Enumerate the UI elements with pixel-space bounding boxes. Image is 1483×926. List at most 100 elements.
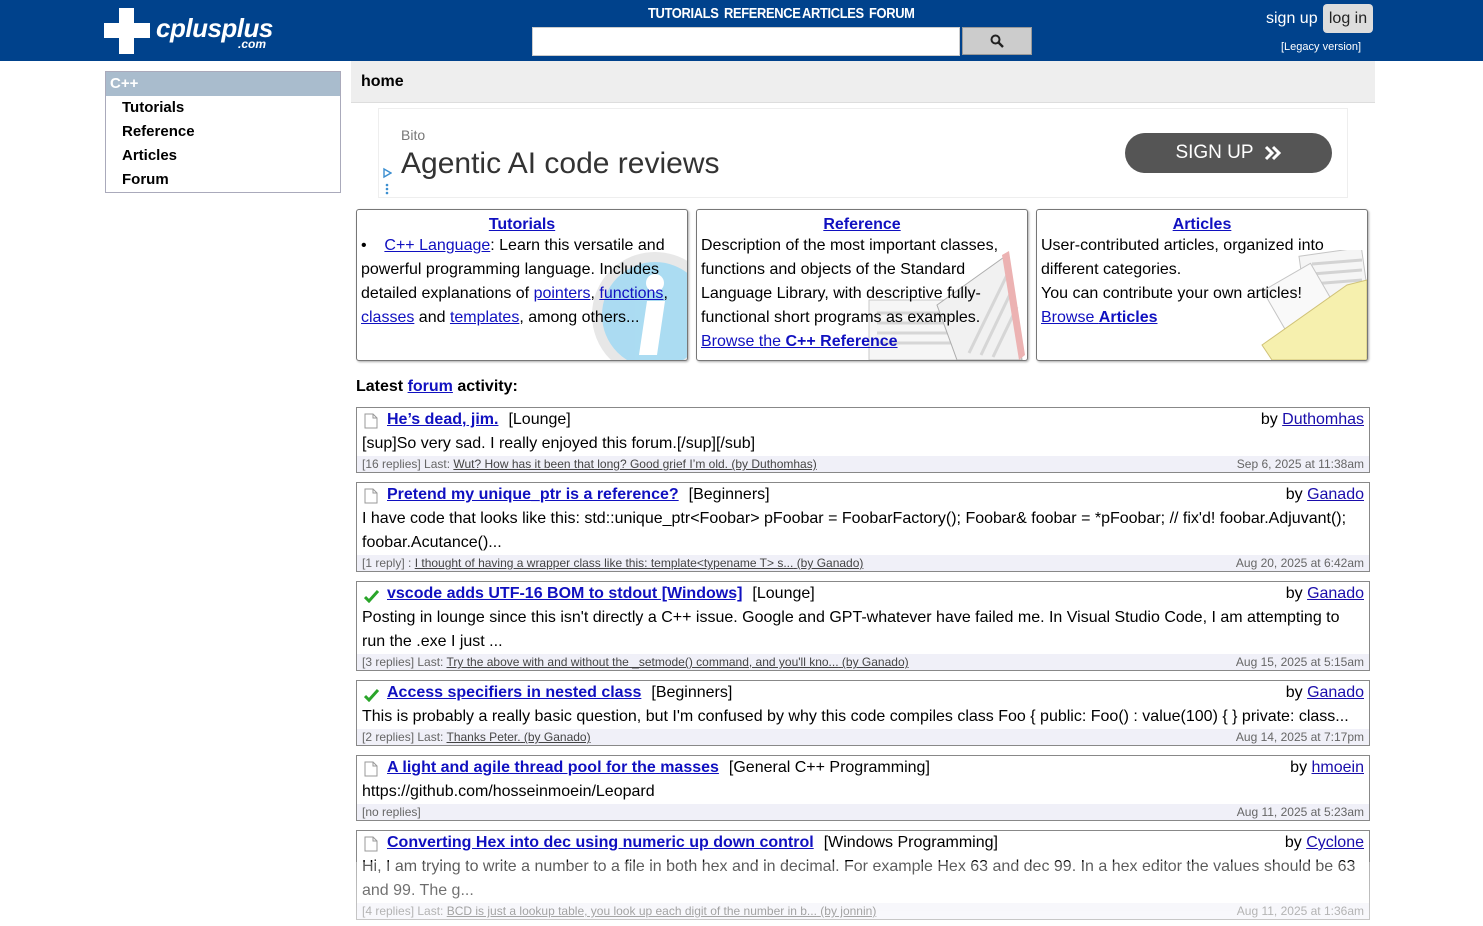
post-title-link[interactable]: Converting Hex into dec using numeric up… (387, 834, 814, 851)
post-category: [Windows Programming] (823, 834, 998, 851)
site-logo[interactable]: cplusplus .com (104, 8, 284, 54)
post-title-link[interactable]: He’s dead, jim. (387, 411, 498, 428)
page-title: home (361, 73, 404, 90)
post-meta: [no replies] Aug 11, 2025 at 5:23am (357, 804, 1369, 820)
post-excerpt: Hi, I am trying to write a number to a f… (362, 858, 1356, 899)
post-date: Sep 6, 2025 at 11:38am (1236, 457, 1364, 471)
document-icon (364, 836, 378, 852)
post-author-link[interactable]: Ganado (1307, 684, 1364, 701)
post-author-link[interactable]: Cyclone (1306, 834, 1364, 851)
forum-post: Access specifiers in nested class [Beginn… (356, 680, 1370, 746)
classes-link[interactable]: classes (361, 309, 414, 326)
post-title-link[interactable]: Access specifiers in nested class (387, 684, 641, 701)
document-icon (364, 488, 378, 504)
reference-box: Reference Description of the most import… (696, 209, 1028, 361)
cpp-language-link[interactable]: C++ Language (384, 237, 490, 254)
post-date: Aug 15, 2025 at 5:15am (1235, 655, 1364, 669)
ad-headline[interactable]: Agentic AI code reviews (401, 147, 720, 181)
nav-reference[interactable]: REFERENCE (724, 5, 801, 22)
login-button[interactable]: log in (1323, 4, 1373, 33)
post-category: [Beginners] (651, 684, 733, 701)
search-input[interactable] (532, 27, 960, 56)
post-category: [Beginners] (688, 486, 770, 503)
forum-post: Pretend my unique_ptr is a reference? [Be… (356, 482, 1370, 572)
last-reply-link[interactable]: I thought of having a wrapper class like… (415, 556, 864, 570)
sidebar-heading[interactable]: C++ (106, 72, 340, 96)
post-meta: [2 replies] Last: Thanks Peter. (by Gana… (357, 729, 1369, 745)
nav-tutorials[interactable]: TUTORIALS (648, 5, 719, 22)
forum-post: A light and agile thread pool for the ma… (356, 755, 1370, 821)
reply-count: [1 reply] : (362, 556, 415, 570)
last-reply-link[interactable]: Wut? How has it been that long? Good gri… (453, 457, 816, 471)
reference-title-link[interactable]: Reference (823, 216, 900, 233)
browse-reference-link[interactable]: Browse the C++ Reference (701, 333, 898, 350)
forum-link[interactable]: forum (408, 378, 453, 395)
post-category: [Lounge] (508, 411, 571, 428)
reply-count: [3 replies] Last: (362, 655, 447, 669)
ad-signup-button[interactable]: SIGN UP (1125, 133, 1332, 173)
sidebar-item-articles[interactable]: Articles (106, 144, 340, 168)
signup-link[interactable]: sign up (1266, 10, 1318, 28)
post-excerpt: [sup]So very sad. I really enjoyed this … (362, 435, 756, 452)
logo-domain: .com (238, 37, 267, 51)
ad-banner[interactable]: Bito Agentic AI code reviews SIGN UP (378, 108, 1348, 198)
post-date: Aug 11, 2025 at 5:23am (1236, 805, 1364, 819)
post-category: [Lounge] (752, 585, 815, 602)
functions-link[interactable]: functions (599, 285, 663, 302)
post-title-link[interactable]: Pretend my unique_ptr is a reference? (387, 486, 679, 503)
legacy-version-link[interactable]: [Legacy version] (1281, 41, 1361, 53)
sidebar: C++ Tutorials Reference Articles Forum (105, 71, 341, 193)
latest-activity-heading: Latest forum activity: (356, 378, 518, 395)
site-header: cplusplus .com TUTORIALS REFERENCE ARTIC… (0, 0, 1483, 61)
reply-count: [no replies] (362, 805, 421, 819)
double-chevron-right-icon (1264, 145, 1281, 161)
last-reply-link[interactable]: BCD is just a lookup table, you look up … (447, 904, 877, 918)
articles-box: Articles User-contributed articles, orga… (1036, 209, 1368, 361)
ad-button-label: SIGN UP (1175, 142, 1254, 163)
post-title-link[interactable]: A light and agile thread pool for the ma… (387, 759, 719, 776)
checkmark-icon (363, 589, 380, 604)
sidebar-item-reference[interactable]: Reference (106, 120, 340, 144)
post-author-link[interactable]: hmoein (1312, 759, 1364, 776)
last-reply-link[interactable]: Thanks Peter. (by Ganado) (447, 730, 591, 744)
nav-forum[interactable]: FORUM (869, 5, 915, 22)
templates-link[interactable]: templates (450, 309, 519, 326)
post-excerpt: https://github.com/hosseinmoein/Leopard (362, 783, 655, 800)
document-icon (364, 413, 378, 429)
forum-post: vscode adds UTF-16 BOM to stdout [Window… (356, 581, 1370, 671)
post-author-link[interactable]: Ganado (1307, 585, 1364, 602)
reply-count: [4 replies] Last: (362, 904, 447, 918)
sidebar-item-tutorials[interactable]: Tutorials (106, 96, 340, 120)
last-reply-link[interactable]: Try the above with and without the _setm… (447, 655, 909, 669)
post-meta: [1 reply] : I thought of having a wrappe… (357, 555, 1369, 571)
reply-count: [2 replies] Last: (362, 730, 447, 744)
page-title-bar: home (351, 61, 1375, 103)
post-excerpt: I have code that looks like this: std::u… (362, 510, 1347, 551)
post-excerpt: This is probably a really basic question… (362, 708, 1349, 725)
forum-post: He’s dead, jim. [Lounge] by Duthomhas [sup]… (356, 407, 1370, 473)
articles-title-link[interactable]: Articles (1173, 216, 1232, 233)
tutorials-box: Tutorials • C++ Language: Learn this ver… (356, 209, 688, 361)
post-date: Aug 11, 2025 at 1:36am (1236, 904, 1364, 918)
sidebar-item-forum[interactable]: Forum (106, 168, 340, 192)
post-title-link[interactable]: vscode adds UTF-16 BOM to stdout [Window… (387, 585, 742, 602)
ad-advertiser: Bito (401, 127, 426, 143)
reply-count: [16 replies] Last: (362, 457, 454, 471)
articles-description: User-contributed articles, organized int… (1041, 237, 1324, 326)
checkmark-icon (363, 688, 380, 703)
post-meta: [4 replies] Last: BCD is just a lookup t… (357, 903, 1369, 919)
search-button[interactable] (962, 27, 1032, 55)
reference-description: Description of the most important classe… (701, 237, 999, 350)
post-author-link[interactable]: Duthomhas (1282, 411, 1364, 428)
post-author-link[interactable]: Ganado (1307, 486, 1364, 503)
browse-articles-link[interactable]: Browse Articles (1041, 309, 1158, 326)
tutorials-description: • C++ Language: Learn this versatile and… (361, 237, 668, 326)
magnifier-icon (990, 34, 1004, 48)
post-excerpt: Posting in lounge since this isn't direc… (362, 609, 1340, 650)
forum-post: Converting Hex into dec using numeric up… (356, 830, 1370, 920)
post-category: [General C++ Programming] (728, 759, 930, 776)
tutorials-title-link[interactable]: Tutorials (489, 216, 555, 233)
nav-articles[interactable]: ARTICLES (802, 5, 864, 22)
pointers-link[interactable]: pointers (534, 285, 591, 302)
ad-choices-icon[interactable] (382, 167, 392, 197)
